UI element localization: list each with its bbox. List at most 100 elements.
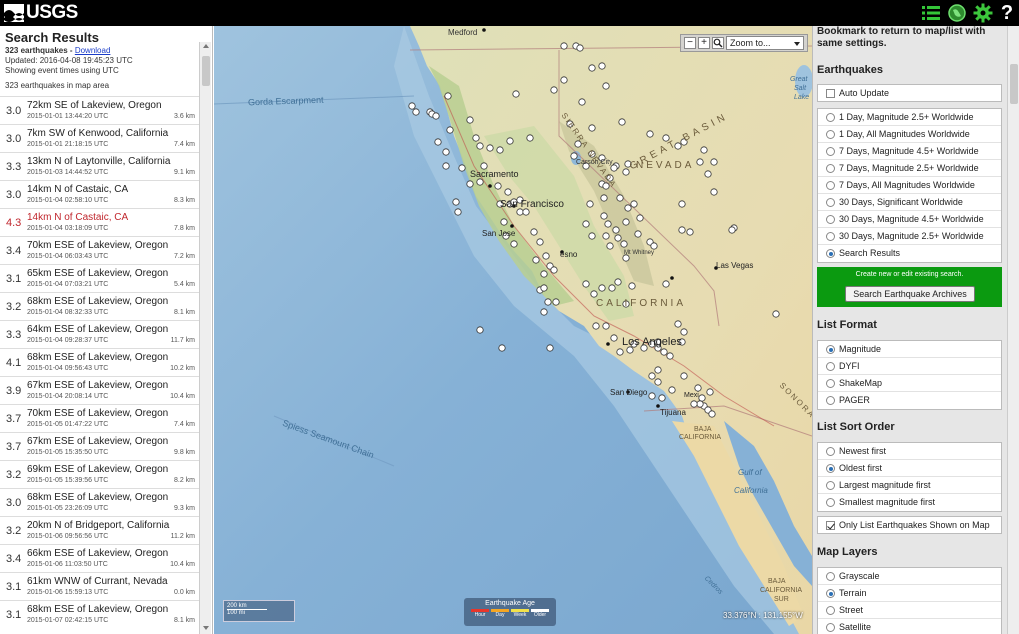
earthquake-marker[interactable] [510,240,518,248]
earthquake-marker[interactable] [452,198,460,206]
help-icon[interactable]: ? [996,2,1018,24]
earthquake-marker[interactable] [660,348,668,356]
earthquake-marker[interactable] [476,142,484,150]
earthquake-marker[interactable] [512,90,520,98]
earthquake-marker[interactable] [614,278,622,286]
earthquake-marker[interactable] [610,334,618,342]
feed-option[interactable]: 7 Days, Magnitude 4.5+ Worldwide [818,143,1001,160]
sort-option[interactable]: Oldest first [818,460,1001,477]
earthquake-marker[interactable] [696,158,704,166]
earthquake-marker[interactable] [634,230,642,238]
earthquake-marker[interactable] [442,162,450,170]
earthquake-marker[interactable] [650,242,658,250]
feed-option[interactable]: 7 Days, Magnitude 2.5+ Worldwide [818,160,1001,177]
download-link[interactable]: Download [75,46,111,55]
earthquake-marker[interactable] [620,240,628,248]
earthquake-marker[interactable] [582,220,590,228]
earthquake-map[interactable]: Medford Gorda Escarpment Sacramento San … [214,26,812,634]
earthquake-marker[interactable] [408,102,416,110]
earthquake-marker[interactable] [686,228,694,236]
earthquake-marker[interactable] [588,124,596,132]
map-layer-option[interactable]: Grayscale [818,568,1001,585]
earthquake-list-item[interactable]: 3.1 61km WNW of Currant, Nevada 2015-01-06… [0,572,199,600]
feed-option[interactable]: 1 Day, All Magnitudes Worldwide [818,126,1001,143]
auto-update-option[interactable]: Auto Update [818,85,1001,102]
earthquake-marker[interactable] [602,232,610,240]
earthquake-marker[interactable] [496,146,504,154]
earthquake-marker[interactable] [680,372,688,380]
earthquake-marker[interactable] [530,228,538,236]
earthquake-marker[interactable] [442,148,450,156]
list-format-option[interactable]: PAGER [818,392,1001,409]
earthquake-list-item[interactable]: 3.7 67km ESE of Lakeview, Oregon 2015-01-0… [0,432,199,460]
earthquake-marker[interactable] [536,238,544,246]
earthquake-list-item[interactable]: 3.0 7km SW of Kenwood, California 2015-01-… [0,124,199,152]
earthquake-marker[interactable] [614,234,622,242]
earthquake-marker[interactable] [498,344,506,352]
map-layer-radio[interactable] [826,589,835,598]
zoom-magnifier-icon[interactable] [712,37,724,49]
feed-radio[interactable] [826,147,835,156]
earthquake-marker[interactable] [486,144,494,152]
earthquake-list-item[interactable]: 3.2 69km ESE of Lakeview, Oregon 2015-01-0… [0,460,199,488]
earthquake-list-item[interactable]: 4.3 14km N of Castaic, CA 2015-01-04 03:18… [0,208,199,236]
only-list-option[interactable]: Only List Earthquakes Shown on Map [818,517,1001,534]
earthquake-marker[interactable] [628,282,636,290]
earthquake-marker[interactable] [648,372,656,380]
earthquake-list-item[interactable]: 3.4 66km ESE of Lakeview, Oregon 2015-01-0… [0,544,199,572]
earthquake-marker[interactable] [546,344,554,352]
earthquake-marker[interactable] [658,394,666,402]
earthquake-marker[interactable] [550,86,558,94]
feed-option[interactable]: Search Results [818,245,1001,262]
settings-gear-icon[interactable] [972,3,994,23]
earthquake-marker[interactable] [560,76,568,84]
feed-option[interactable]: 30 Days, Magnitude 2.5+ Worldwide [818,228,1001,245]
earthquake-marker[interactable] [654,366,662,374]
earthquake-marker[interactable] [622,168,630,176]
earthquake-marker[interactable] [704,170,712,178]
earthquake-marker[interactable] [608,284,616,292]
earthquake-marker[interactable] [602,82,610,90]
earthquake-marker[interactable] [680,328,688,336]
feed-radio[interactable] [826,164,835,173]
zoom-to-select[interactable]: Zoom to... [726,36,804,50]
sort-radio[interactable] [826,498,835,507]
earthquake-marker[interactable] [542,252,550,260]
feed-radio[interactable] [826,198,835,207]
earthquake-marker[interactable] [592,322,600,330]
earthquake-marker[interactable] [466,116,474,124]
feed-option[interactable]: 30 Days, Significant Worldwide [818,194,1001,211]
earthquake-marker[interactable] [540,308,548,316]
earthquake-marker[interactable] [696,400,704,408]
sort-radio[interactable] [826,481,835,490]
earthquake-marker[interactable] [544,298,552,306]
list-format-option[interactable]: Magnitude [818,341,1001,358]
earthquake-marker[interactable] [678,226,686,234]
earthquake-list-item[interactable]: 3.9 67km ESE of Lakeview, Oregon 2015-01-0… [0,376,199,404]
earthquake-marker[interactable] [532,256,540,264]
earthquake-marker[interactable] [604,220,612,228]
feed-radio[interactable] [826,232,835,241]
sort-option[interactable]: Smallest magnitude first [818,494,1001,511]
earthquake-marker[interactable] [600,212,608,220]
settings-scroll-thumb[interactable] [1010,64,1018,104]
earthquake-list-item[interactable]: 3.0 14km N of Castaic, CA 2015-01-04 02:58… [0,180,199,208]
earthquake-marker[interactable] [588,64,596,72]
earthquake-marker[interactable] [494,182,502,190]
globe-icon[interactable] [946,3,968,23]
list-scrollbar[interactable] [199,42,211,634]
scroll-up-arrow-icon[interactable] [203,44,209,48]
earthquake-marker[interactable] [446,126,454,134]
earthquake-list-item[interactable]: 3.1 68km ESE of Lakeview, Oregon 2015-01-0… [0,600,199,628]
earthquake-marker[interactable] [654,378,662,386]
earthquake-marker[interactable] [648,392,656,400]
earthquake-marker[interactable] [602,322,610,330]
earthquake-marker[interactable] [600,194,608,202]
feed-radio[interactable] [826,215,835,224]
earthquake-marker[interactable] [612,226,620,234]
earthquake-list-item[interactable]: 3.2 20km N of Bridgeport, California 2015-… [0,516,199,544]
earthquake-marker[interactable] [472,134,480,142]
earthquake-marker[interactable] [668,386,676,394]
map-layer-option[interactable]: Street [818,602,1001,619]
earthquake-marker[interactable] [590,290,598,298]
